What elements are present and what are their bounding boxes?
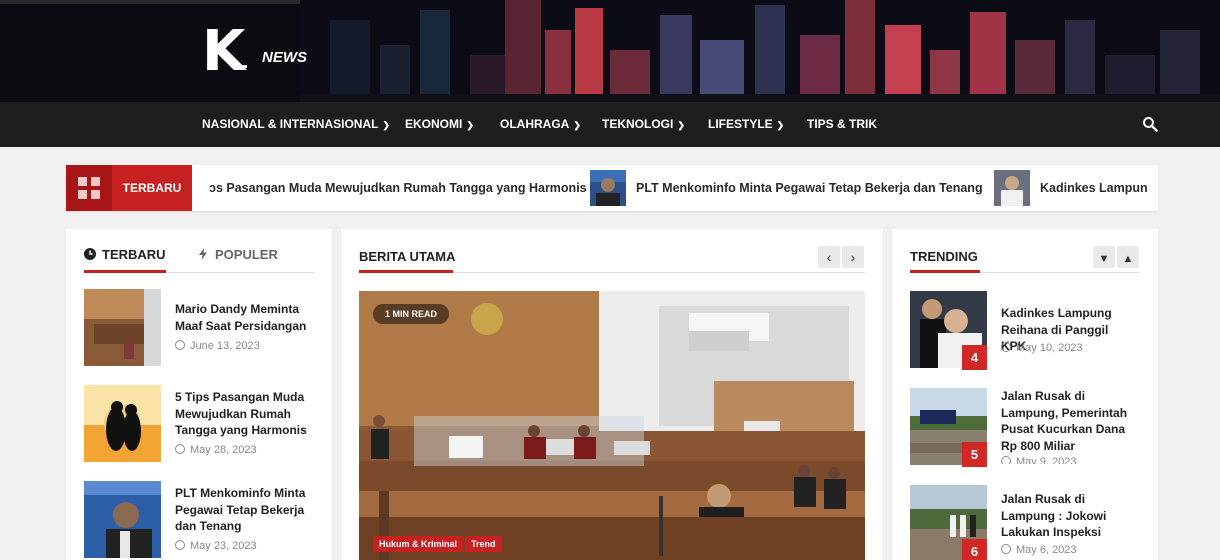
featured-news-panel: BERITA UTAMA ‹ › 1 MIN READ Hukum & Krim… <box>341 229 883 560</box>
scroll-down-button[interactable]: ▼ <box>1093 246 1115 268</box>
nav-label: TIPS & TRIK <box>807 117 878 131</box>
tab-populer[interactable]: POPULER <box>198 247 278 271</box>
list-item[interactable]: 6 Jalan Rusak di Lampung : Jokowi Lakuka… <box>910 485 1140 560</box>
chevron-down-icon: ❯ <box>677 120 685 130</box>
active-tab-indicator <box>84 270 166 273</box>
ticker-track: ɔs Pasangan Muda Mewujudkan Rumah Tangga… <box>206 165 1158 211</box>
rank-badge: 5 <box>962 442 987 467</box>
clock-icon <box>84 248 96 260</box>
nav-label: TEKNOLOGI <box>602 117 674 131</box>
site-logo[interactable]: K - NEWS <box>202 22 322 82</box>
nav-label: NASIONAL & INTERNASIONAL <box>202 117 379 131</box>
nav-label: OLAHRAGA <box>500 117 570 131</box>
post-date: May 28, 2023 <box>175 444 257 456</box>
scroll-up-button[interactable]: ▲ <box>1117 246 1139 268</box>
rank-badge: 6 <box>962 539 987 560</box>
post-title: Jalan Rusak di Lampung : Jokowi Lakukan … <box>1001 492 1107 539</box>
nav-item-nasional[interactable]: NASIONAL & INTERNASIONAL ❯ <box>202 102 390 147</box>
nav-label: LIFESTYLE <box>708 117 773 131</box>
post-title: 5 Tips Pasangan Muda Mewujudkan Rumah Ta… <box>175 390 307 437</box>
nav-item-teknologi[interactable]: TEKNOLOGI ❯ <box>602 102 685 147</box>
clock-icon <box>175 340 185 350</box>
featured-article[interactable]: 1 MIN READ Hukum & Kriminal Trend <box>359 291 865 560</box>
prev-button[interactable]: ‹ <box>818 246 840 268</box>
list-item[interactable]: 5 Jalan Rusak di Lampung, Pemerintah Pus… <box>910 388 1140 468</box>
clock-icon <box>175 444 185 454</box>
ticker-thumbnail <box>994 170 1030 206</box>
category-badge[interactable]: Hukum & Kriminal <box>373 536 464 552</box>
clock-icon <box>1001 456 1011 464</box>
ticker-label: TERBARU <box>112 165 192 211</box>
section-underline <box>910 270 980 273</box>
post-date: May 23, 2023 <box>175 540 257 552</box>
latest-popular-panel: TERBARU POPULER Mario Dandy Meminta Maaf… <box>66 229 332 560</box>
ticker-item[interactable]: Kadinkes Lampun <box>1040 165 1148 211</box>
search-icon[interactable] <box>1142 116 1158 132</box>
post-thumbnail <box>84 481 161 558</box>
nav-item-ekonomi[interactable]: EKONOMI ❯ <box>405 102 474 147</box>
section-header: BERITA UTAMA <box>359 247 865 273</box>
post-thumbnail <box>84 385 161 462</box>
city-skyline-banner <box>300 0 1220 102</box>
logo-letter: K <box>202 19 245 84</box>
featured-image <box>359 291 865 560</box>
read-time-badge: 1 MIN READ <box>373 304 450 324</box>
grid-icon <box>66 165 112 211</box>
trending-panel: TRENDING ▼ ▲ 4 Kadinkes Lampung Reihana … <box>892 229 1158 560</box>
chevron-right-icon: › <box>850 249 856 265</box>
post-title: Mario Dandy Meminta Maaf Saat Persidanga… <box>175 302 307 333</box>
tab-bar: TERBARU POPULER <box>84 247 314 273</box>
tab-terbaru[interactable]: TERBARU <box>84 247 166 271</box>
rank-badge: 4 <box>962 345 987 370</box>
tab-label: POPULER <box>215 247 278 262</box>
chevron-up-icon: ▲ <box>1122 253 1134 265</box>
clock-icon <box>1001 342 1011 352</box>
chevron-down-icon: ❯ <box>382 120 390 130</box>
chevron-left-icon: ‹ <box>826 249 832 265</box>
ticker-item[interactable]: ɔs Pasangan Muda Mewujudkan Rumah Tangga… <box>209 165 587 211</box>
nav-item-lifestyle[interactable]: LIFESTYLE ❯ <box>708 102 784 147</box>
list-item[interactable]: Mario Dandy Meminta Maaf Saat Persidanga… <box>84 289 314 369</box>
news-ticker: TERBARU ɔs Pasangan Muda Mewujudkan Ruma… <box>66 165 1158 211</box>
site-header: K - NEWS <box>0 0 1220 102</box>
post-date: May 6, 2023 <box>1001 544 1077 556</box>
next-button[interactable]: › <box>842 246 864 268</box>
logo-text: NEWS <box>262 49 307 66</box>
list-item[interactable]: 4 Kadinkes Lampung Reihana di Panggil KP… <box>910 291 1140 371</box>
list-item[interactable]: PLT Menkominfo Minta Pegawai Tetap Beker… <box>84 481 314 560</box>
post-title: Jalan Rusak di Lampung, Pemerintah Pusat… <box>1001 389 1128 453</box>
post-thumbnail <box>84 289 161 366</box>
ticker-item[interactable]: PLT Menkominfo Minta Pegawai Tetap Beker… <box>636 165 983 211</box>
list-item[interactable]: 5 Tips Pasangan Muda Mewujudkan Rumah Ta… <box>84 385 314 465</box>
section-title: BERITA UTAMA <box>359 249 456 264</box>
post-date: May 10, 2023 <box>1001 342 1083 354</box>
nav-label: EKONOMI <box>405 117 463 131</box>
tab-label: TERBARU <box>102 247 166 262</box>
chevron-down-icon: ▼ <box>1098 253 1110 265</box>
category-badge[interactable]: Trend <box>465 536 502 552</box>
post-title: PLT Menkominfo Minta Pegawai Tetap Beker… <box>175 486 306 533</box>
chevron-down-icon: ❯ <box>573 120 581 130</box>
section-title: TRENDING <box>910 249 978 264</box>
main-navigation: NASIONAL & INTERNASIONAL ❯ EKONOMI ❯ OLAHR… <box>0 102 1220 147</box>
clock-icon <box>175 540 185 550</box>
nav-item-tips-trik[interactable]: TIPS & TRIK <box>807 102 877 147</box>
nav-item-olahraga[interactable]: OLAHRAGA ❯ <box>500 102 581 147</box>
post-date: May 9, 2023 <box>1001 456 1077 464</box>
chevron-down-icon: ❯ <box>776 120 785 130</box>
bolt-icon <box>199 248 207 260</box>
post-date: June 13, 2023 <box>175 340 260 352</box>
section-underline <box>359 270 453 273</box>
logo-dash: - <box>240 52 248 79</box>
clock-icon <box>1001 544 1011 554</box>
chevron-down-icon: ❯ <box>466 120 474 130</box>
ticker-thumbnail <box>590 170 626 206</box>
